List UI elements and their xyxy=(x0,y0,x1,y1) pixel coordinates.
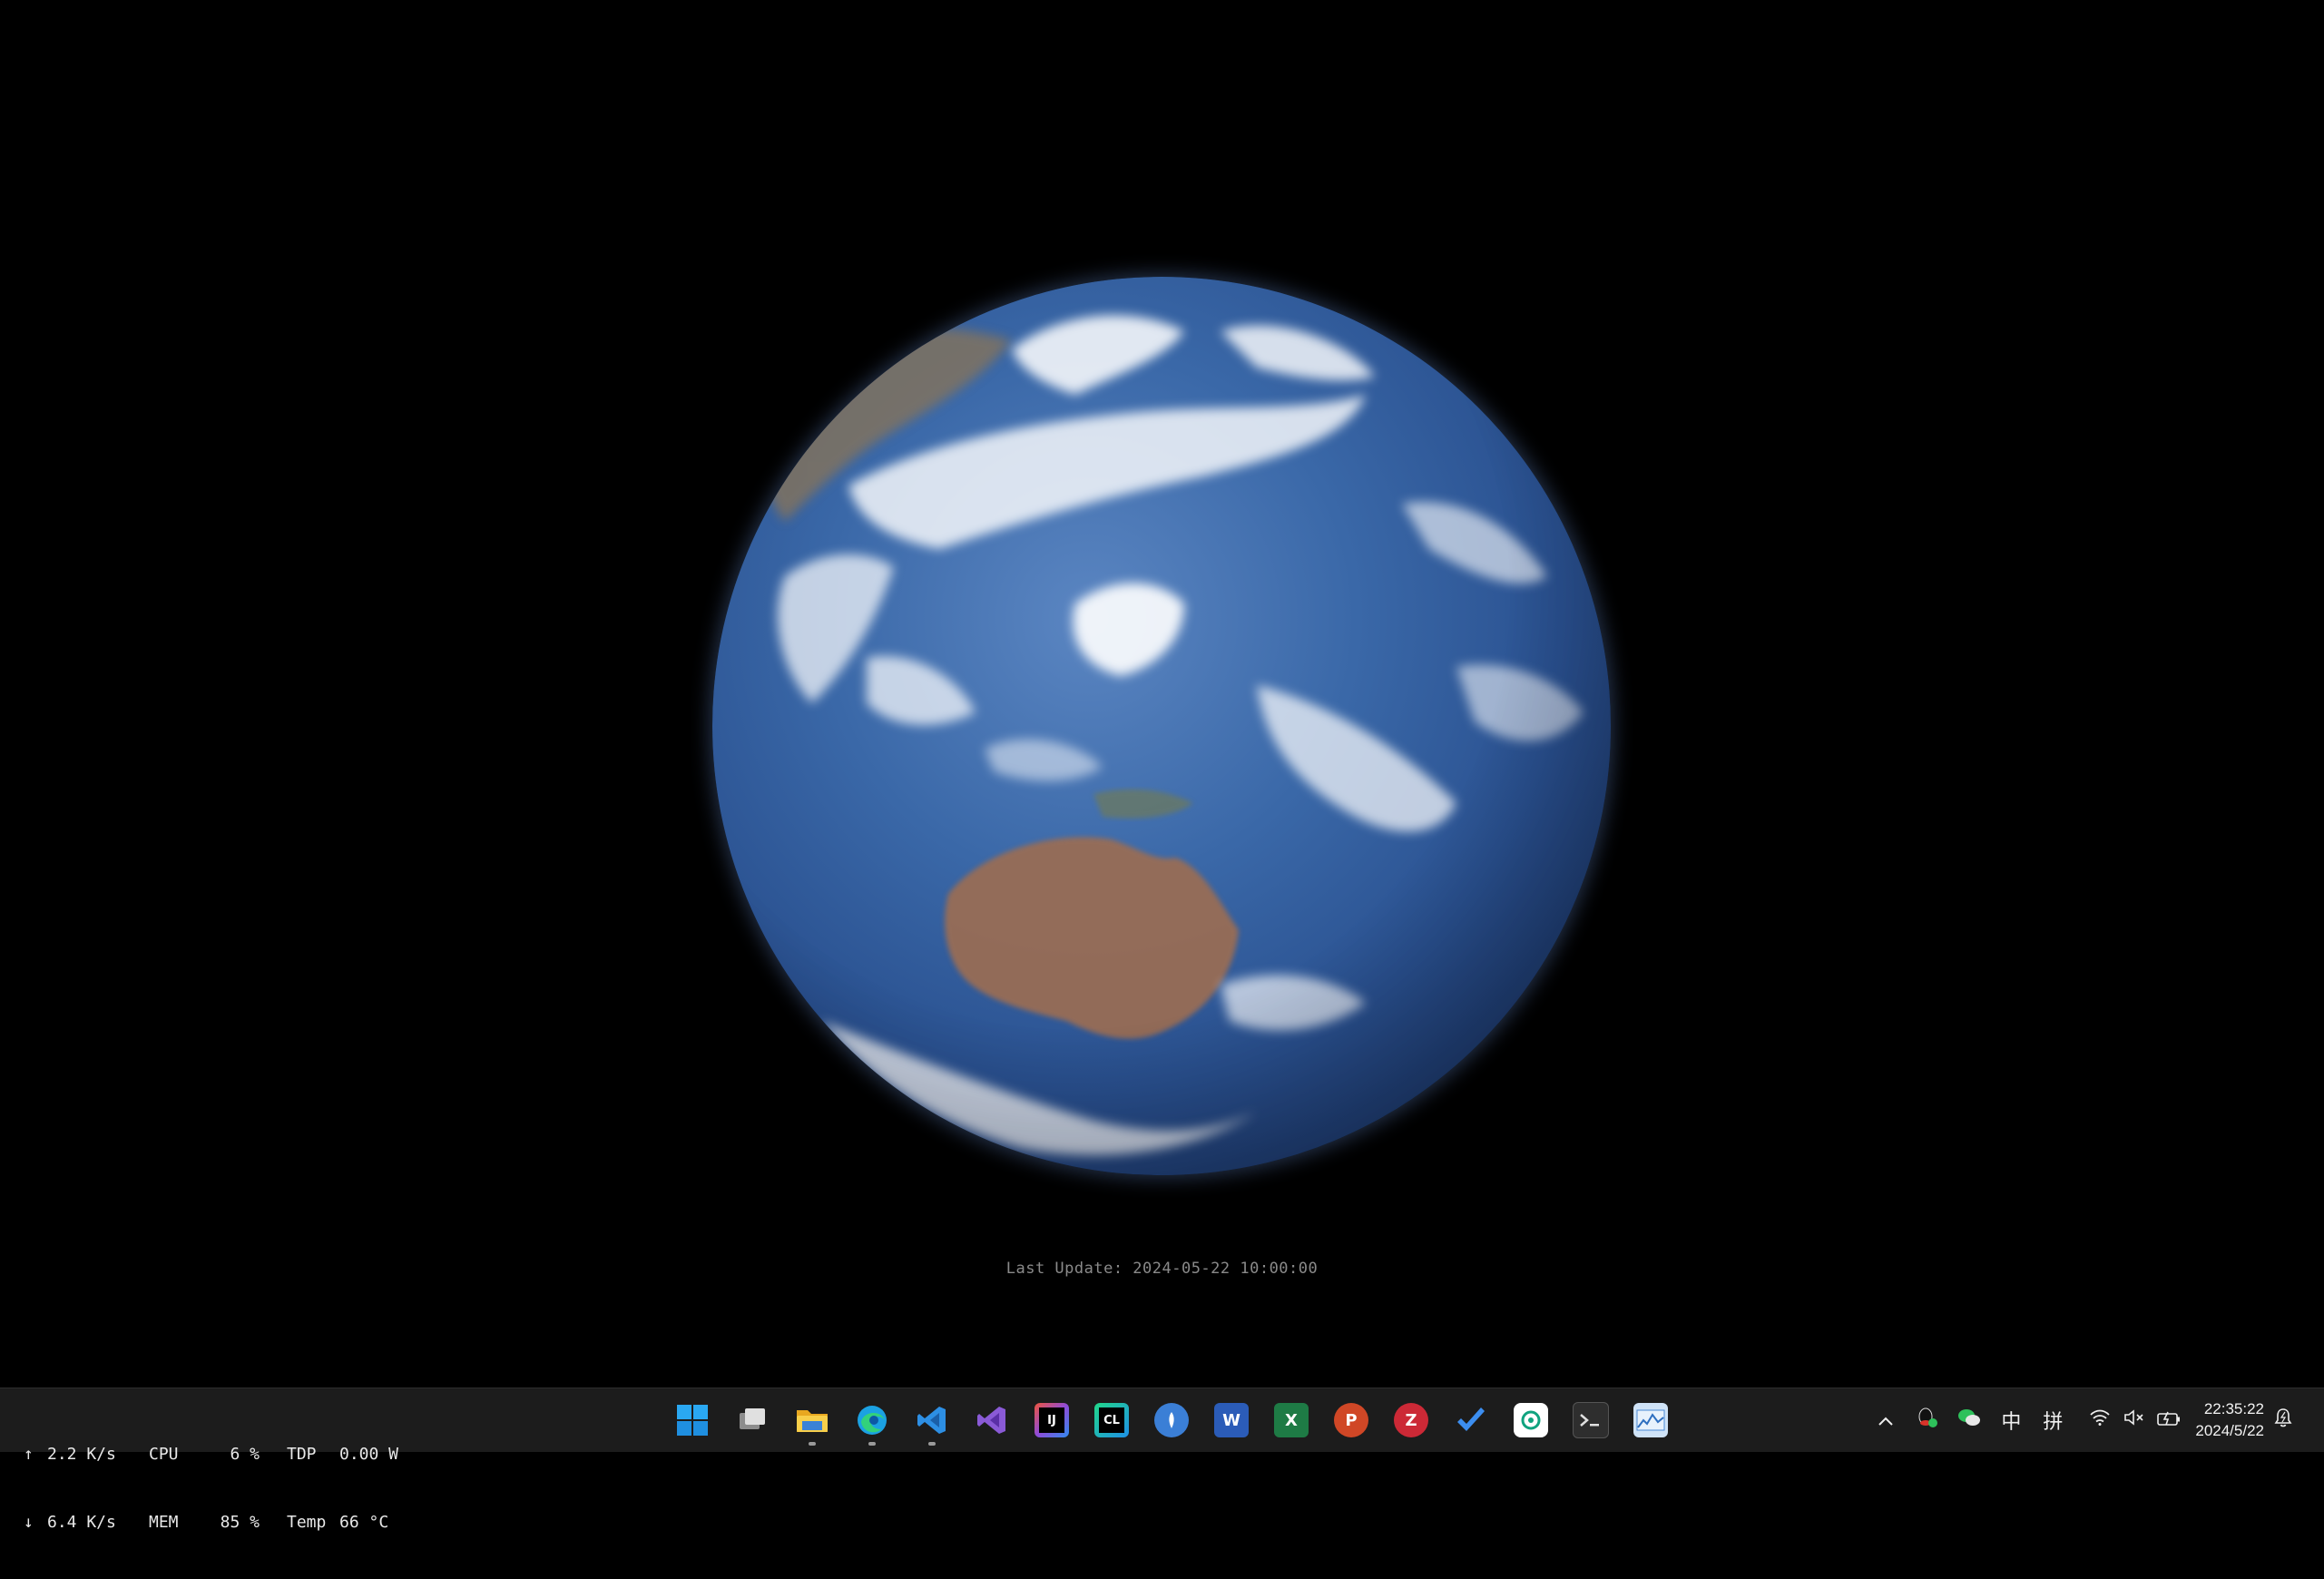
chatgpt-icon xyxy=(1514,1403,1548,1437)
cpu-value: 6 % xyxy=(230,1445,260,1464)
temp-label: Temp xyxy=(287,1513,327,1532)
volume-button[interactable] xyxy=(2117,1398,2152,1443)
last-update-label: Last Update: 2024-05-22 10:00:00 xyxy=(1005,1260,1319,1278)
todo-button[interactable] xyxy=(1441,1398,1501,1443)
system-tray: 中 拼 22:35:22 2024/5/22 xyxy=(1865,1388,2297,1452)
excel-icon: X xyxy=(1274,1403,1309,1437)
zotero-button[interactable]: Z xyxy=(1381,1398,1441,1443)
powerpoint-icon: P xyxy=(1334,1403,1368,1437)
word-label: W xyxy=(1222,1410,1240,1430)
volume-muted-icon xyxy=(2123,1408,2145,1432)
mem-value: 85 % xyxy=(220,1513,260,1532)
battery-charging-icon xyxy=(2157,1409,2181,1432)
resource-monitor-button[interactable] xyxy=(1621,1398,1681,1443)
tdp-label: TDP xyxy=(287,1445,317,1464)
qq-tray-button[interactable] xyxy=(1907,1398,1948,1443)
earth-image xyxy=(712,277,1611,1175)
chevron-up-icon xyxy=(1878,1409,1894,1432)
running-indicator xyxy=(809,1442,816,1446)
clock[interactable]: 22:35:22 2024/5/22 xyxy=(2195,1398,2264,1442)
vscode-button[interactable] xyxy=(902,1398,962,1446)
taskbar: ↑ 2.2 K/s CPU 6 % TDP 0.00 W ↓ 6.4 K/s M… xyxy=(0,1388,2324,1532)
notification-bell-icon xyxy=(2274,1407,2292,1433)
terminal-icon xyxy=(1573,1402,1609,1438)
cpu-label: CPU xyxy=(149,1445,179,1464)
windows-icon xyxy=(675,1403,710,1437)
edge-button[interactable] xyxy=(842,1398,902,1446)
monitor-row-1: ↑ 2.2 K/s CPU 6 % TDP 0.00 W xyxy=(24,1443,430,1466)
task-view-button[interactable] xyxy=(722,1398,782,1443)
wechat-icon xyxy=(1956,1407,1982,1434)
mem-label: MEM xyxy=(149,1513,179,1532)
pen-icon xyxy=(1154,1403,1189,1437)
taskbar-apps: IJ CL W X P Z xyxy=(662,1398,1681,1446)
battery-button[interactable] xyxy=(2152,1398,2186,1443)
clion-button[interactable]: CL xyxy=(1082,1398,1142,1443)
powerpoint-button[interactable]: P xyxy=(1321,1398,1381,1443)
wechat-tray-button[interactable] xyxy=(1948,1398,1990,1443)
temp-value: 66 °C xyxy=(339,1513,389,1532)
desktop-wallpaper: Last Update: 2024-05-22 10:00:00 xyxy=(0,0,2324,1388)
word-button[interactable]: W xyxy=(1201,1398,1261,1443)
monitor-row-2: ↓ 6.4 K/s MEM 85 % Temp 66 °C xyxy=(24,1511,430,1534)
zotero-icon: Z xyxy=(1394,1403,1428,1437)
qq-icon xyxy=(1916,1406,1939,1435)
typora-button[interactable] xyxy=(1142,1398,1201,1443)
terminal-button[interactable] xyxy=(1561,1398,1621,1443)
wifi-button[interactable] xyxy=(2083,1398,2117,1443)
show-hidden-icons-button[interactable] xyxy=(1865,1398,1907,1443)
intellij-button[interactable]: IJ xyxy=(1022,1398,1082,1443)
wifi-icon xyxy=(2089,1408,2111,1432)
download-arrow-icon: ↓ xyxy=(24,1513,34,1532)
clock-time: 22:35:22 xyxy=(2203,1400,2264,1417)
start-button[interactable] xyxy=(662,1398,722,1443)
excel-button[interactable]: X xyxy=(1261,1398,1321,1443)
zotero-label: Z xyxy=(1405,1410,1417,1430)
intellij-label: IJ xyxy=(1039,1407,1064,1433)
clock-date: 2024/5/22 xyxy=(2195,1422,2264,1439)
clion-label: CL xyxy=(1099,1407,1124,1433)
upload-speed: 2.2 K/s xyxy=(47,1445,116,1464)
visual-studio-button[interactable] xyxy=(962,1398,1022,1443)
vscode-icon xyxy=(915,1403,949,1437)
edge-icon xyxy=(855,1403,889,1437)
checkmark-icon xyxy=(1454,1403,1488,1437)
tdp-value: 0.00 W xyxy=(339,1445,399,1464)
download-speed: 6.4 K/s xyxy=(47,1513,116,1532)
intellij-icon: IJ xyxy=(1035,1403,1069,1437)
upload-arrow-icon: ↑ xyxy=(24,1445,34,1464)
system-monitor[interactable]: ↑ 2.2 K/s CPU 6 % TDP 0.00 W ↓ 6.4 K/s M… xyxy=(24,1398,430,1579)
chart-icon xyxy=(1633,1403,1668,1437)
ime-language-button[interactable]: 中 xyxy=(1990,1398,2032,1443)
chatgpt-button[interactable] xyxy=(1501,1398,1561,1443)
visual-studio-icon xyxy=(975,1403,1009,1437)
running-indicator xyxy=(928,1442,936,1446)
running-indicator xyxy=(868,1442,876,1446)
task-view-icon xyxy=(735,1403,770,1437)
powerpoint-label: P xyxy=(1345,1410,1358,1430)
word-icon: W xyxy=(1214,1403,1249,1437)
excel-label: X xyxy=(1285,1410,1298,1430)
clion-icon: CL xyxy=(1094,1403,1129,1437)
notifications-button[interactable] xyxy=(2270,1398,2297,1443)
ime-mode-button[interactable]: 拼 xyxy=(2032,1398,2074,1443)
folder-icon xyxy=(795,1403,829,1437)
file-explorer-button[interactable] xyxy=(782,1398,842,1446)
